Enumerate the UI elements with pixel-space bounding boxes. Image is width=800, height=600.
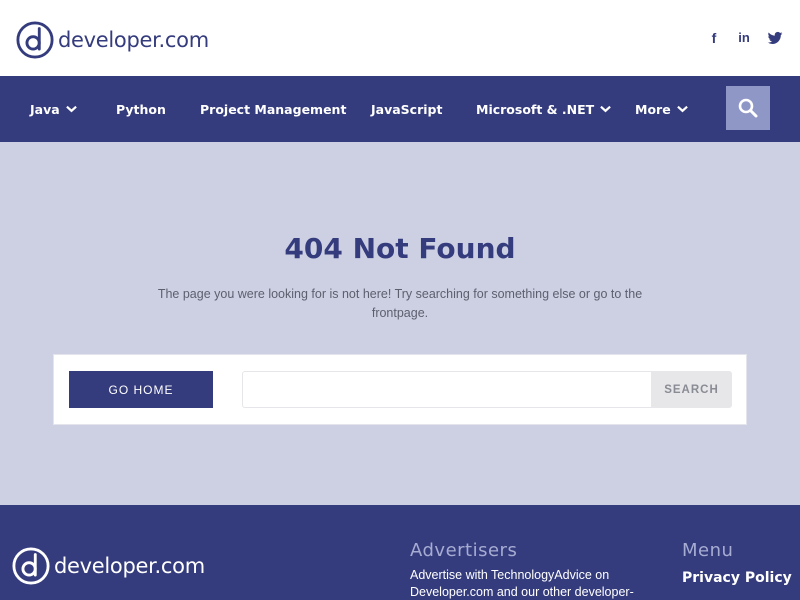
- search-form-box: GO HOME SEARCH: [53, 354, 747, 425]
- nav-item-more[interactable]: More: [635, 76, 688, 142]
- site-logo[interactable]: developer.com: [16, 20, 209, 60]
- main-nav: Java Python Project Management JavaScrip…: [0, 76, 800, 142]
- nav-search-button[interactable]: [726, 86, 770, 130]
- main-content: 404 Not Found The page you were looking …: [0, 142, 800, 505]
- search-input[interactable]: [242, 371, 652, 408]
- site-header: developer.com f in: [0, 0, 800, 76]
- advertisers-heading: Advertisers: [410, 540, 518, 561]
- facebook-icon[interactable]: f: [705, 29, 723, 47]
- nav-item-label: Project Management: [200, 101, 347, 117]
- nav-item-label: Java: [30, 101, 60, 117]
- developer-logo-icon: [16, 21, 54, 59]
- nav-item-label: JavaScript: [371, 101, 443, 117]
- twitter-icon[interactable]: [766, 29, 784, 47]
- site-footer: developer.com Advertisers Advertise with…: [0, 505, 800, 600]
- advertisers-text: Advertise with TechnologyAdvice on Devel…: [410, 568, 634, 599]
- nav-item-python[interactable]: Python: [116, 76, 166, 142]
- nav-item-project-management[interactable]: Project Management: [200, 76, 346, 142]
- chevron-down-icon: [600, 105, 612, 113]
- developer-logo-icon: [12, 547, 50, 585]
- nav-item-label: More: [635, 101, 671, 117]
- search-button[interactable]: SEARCH: [651, 371, 732, 408]
- nav-item-microsoft-net[interactable]: Microsoft & .NET: [476, 76, 612, 142]
- menu-heading: Menu: [682, 540, 734, 561]
- go-home-button[interactable]: GO HOME: [69, 371, 213, 408]
- nav-item-java[interactable]: Java: [30, 76, 77, 142]
- logo-text: developer.com: [58, 28, 209, 52]
- nav-item-label: Microsoft & .NET: [476, 101, 595, 117]
- chevron-down-icon: [676, 105, 688, 113]
- footer-logo-text: developer.com: [54, 554, 205, 578]
- linkedin-icon[interactable]: in: [735, 29, 753, 47]
- chevron-down-icon: [65, 105, 77, 113]
- page-title: 404 Not Found: [284, 232, 516, 265]
- error-message: The page you were looking for is not her…: [157, 287, 643, 320]
- nav-item-label: Python: [116, 101, 166, 117]
- nav-item-javascript[interactable]: JavaScript: [371, 76, 442, 142]
- privacy-policy-link[interactable]: Privacy Policy: [682, 569, 792, 587]
- footer-logo[interactable]: developer.com: [12, 547, 205, 585]
- search-icon: [738, 98, 758, 118]
